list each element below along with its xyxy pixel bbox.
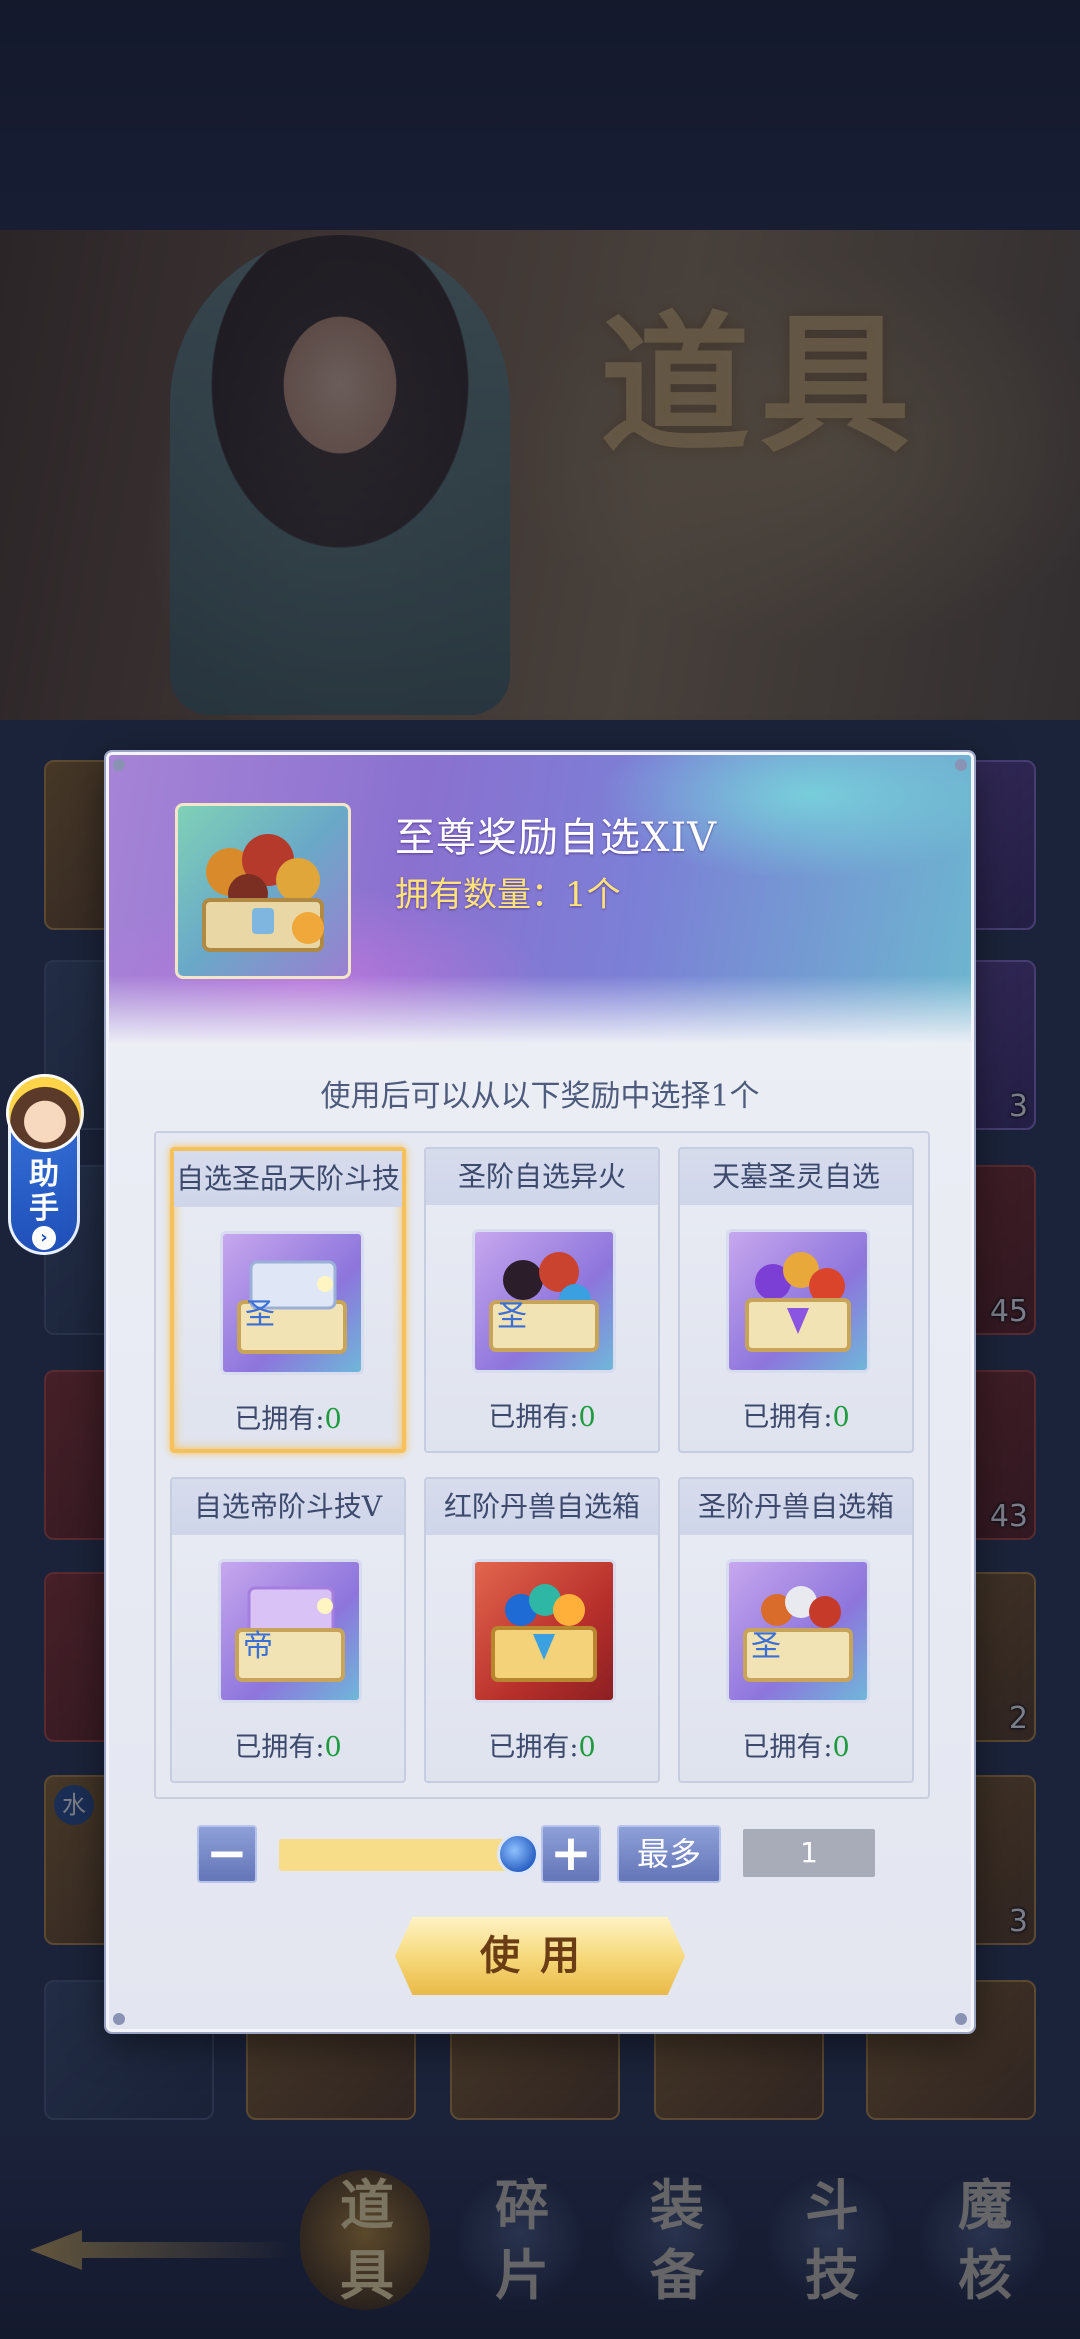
reward-option-owned: 已拥有:0 <box>174 1397 402 1436</box>
reward-option-card[interactable]: 圣阶自选异火 圣 已拥有:0 <box>424 1147 660 1453</box>
treasure-chest-icon <box>175 803 351 979</box>
reward-option-title: 红阶丹兽自选箱 <box>426 1479 658 1535</box>
quantity-slider[interactable] <box>279 1839 519 1871</box>
reward-option-owned: 已拥有:0 <box>172 1725 404 1764</box>
emperor-scroll-chest-icon: 帝 <box>218 1559 362 1703</box>
owned-prefix: 已拥有: <box>234 1732 325 1763</box>
owned-prefix: 已拥有: <box>488 1732 579 1763</box>
owned-quantity-label: 拥有数量： <box>395 875 565 915</box>
increase-button[interactable]: + <box>541 1825 601 1883</box>
svg-text:圣: 圣 <box>497 1299 527 1334</box>
holy-beast-chest-icon: 圣 <box>726 1559 870 1703</box>
owned-count: 0 <box>832 1732 850 1763</box>
corner-decoration <box>955 759 967 771</box>
quantity-input[interactable]: 1 <box>743 1829 875 1877</box>
reward-option-card[interactable]: 红阶丹兽自选箱 已拥有:0 <box>424 1477 660 1783</box>
owned-prefix: 已拥有: <box>488 1402 579 1433</box>
helper-button[interactable]: 助 手 › <box>6 1074 84 1255</box>
corner-decoration <box>113 2013 125 2025</box>
helper-label-line: 助 <box>29 1157 59 1192</box>
chevron-right-icon: › <box>32 1226 56 1250</box>
fire-chest-icon: 圣 <box>472 1229 616 1373</box>
dialog-description: 使用后可以从以下奖励中选择1个 <box>320 1079 760 1114</box>
reward-option-owned: 已拥有:0 <box>426 1395 658 1434</box>
decrease-button[interactable]: − <box>197 1825 257 1883</box>
reward-option-owned: 已拥有:0 <box>680 1395 912 1434</box>
helper-label-line: 手 <box>29 1191 59 1226</box>
svg-text:帝: 帝 <box>243 1629 273 1664</box>
reward-option-owned: 已拥有:0 <box>426 1725 658 1764</box>
owned-count: 0 <box>578 1402 596 1433</box>
owned-count: 0 <box>578 1732 596 1763</box>
reward-option-title: 自选圣品天阶斗技 <box>174 1151 402 1207</box>
reward-option-card[interactable]: 自选帝阶斗技V 帝 已拥有:0 <box>170 1477 406 1783</box>
helper-avatar <box>6 1074 84 1152</box>
reward-options-panel: 自选圣品天阶斗技 圣 已拥有:0 圣阶自选异火 圣 已拥有:0 天墓圣灵自选 已… <box>154 1131 930 1799</box>
use-button[interactable]: 使用 <box>395 1917 685 1995</box>
corner-decoration <box>113 759 125 771</box>
svg-text:圣: 圣 <box>751 1629 781 1664</box>
reward-option-owned: 已拥有:0 <box>680 1725 912 1764</box>
reward-option-title: 天墓圣灵自选 <box>680 1149 912 1205</box>
owned-count: 0 <box>324 1732 342 1763</box>
scroll-chest-icon: 圣 <box>220 1231 364 1375</box>
spirit-chest-icon <box>726 1229 870 1373</box>
owned-prefix: 已拥有: <box>234 1404 325 1435</box>
reward-select-dialog: 至尊奖励自选XIV 拥有数量：1个 使用后可以从以下奖励中选择1个 自选圣品天阶… <box>106 752 974 2032</box>
owned-prefix: 已拥有: <box>742 1402 833 1433</box>
owned-count: 0 <box>324 1404 342 1435</box>
reward-option-title: 自选帝阶斗技V <box>172 1479 404 1535</box>
reward-option-card[interactable]: 天墓圣灵自选 已拥有:0 <box>678 1147 914 1453</box>
helper-label: 助 手 <box>8 1158 80 1226</box>
reward-option-title: 圣阶丹兽自选箱 <box>680 1479 912 1535</box>
owned-count: 0 <box>832 1402 850 1433</box>
owned-quantity: 拥有数量：1个 <box>395 867 621 916</box>
item-name: 至尊奖励自选XIV <box>395 815 718 861</box>
reward-option-card[interactable]: 圣阶丹兽自选箱 圣 已拥有:0 <box>678 1477 914 1783</box>
svg-text:圣: 圣 <box>245 1297 275 1332</box>
corner-decoration <box>955 2013 967 2025</box>
max-button[interactable]: 最多 <box>617 1825 721 1883</box>
reward-option-card[interactable]: 自选圣品天阶斗技 圣 已拥有:0 <box>170 1147 406 1453</box>
red-beast-chest-icon <box>472 1559 616 1703</box>
slider-handle[interactable] <box>497 1833 539 1875</box>
owned-prefix: 已拥有: <box>742 1732 833 1763</box>
owned-quantity-value: 1个 <box>565 875 621 915</box>
reward-option-title: 圣阶自选异火 <box>426 1149 658 1205</box>
